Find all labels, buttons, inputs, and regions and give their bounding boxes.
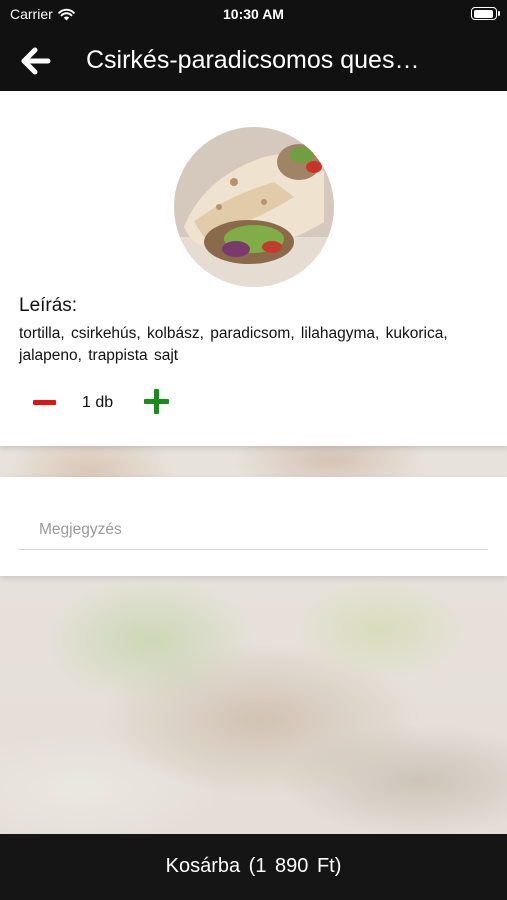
decrease-quantity-button[interactable] [30, 387, 60, 417]
note-card [0, 477, 507, 576]
navigation-bar: Csirkés-paradicsomos quesadilla [0, 30, 507, 91]
note-input[interactable] [19, 510, 488, 550]
product-card: Leírás: tortilla, csirkehús, kolbász, pa… [0, 91, 507, 446]
battery-icon [471, 7, 500, 20]
add-to-cart-button[interactable]: Kosárba (1 890 Ft) [0, 834, 507, 900]
add-to-cart-label: Kosárba (1 890 Ft) [165, 855, 342, 877]
quantity-value: 1 db [82, 394, 114, 411]
status-time: 10:30 AM [223, 6, 284, 22]
arrow-left-icon [21, 47, 51, 75]
back-button[interactable] [20, 45, 54, 77]
page-title: Csirkés-paradicsomos quesadilla [86, 46, 426, 74]
product-image [174, 127, 334, 287]
quantity-stepper: 1 db [30, 387, 230, 421]
increase-quantity-button[interactable] [142, 387, 172, 417]
description-text: tortilla, csirkehús, kolbász, paradicsom… [19, 325, 448, 364]
status-bar: Carrier 10:30 AM [0, 0, 507, 30]
description-label: Leírás: [19, 295, 78, 316]
